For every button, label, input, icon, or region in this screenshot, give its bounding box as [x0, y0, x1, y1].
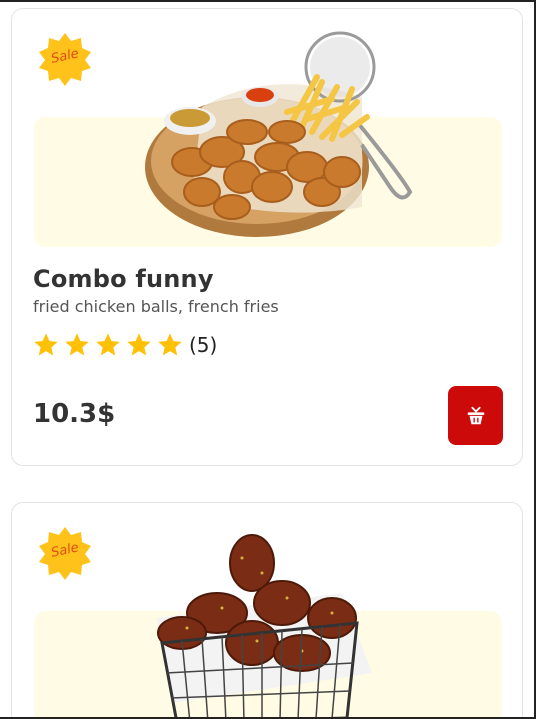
- star-icon: [96, 333, 120, 356]
- sale-badge: Sale: [37, 31, 93, 87]
- product-list: Sale Combo funny fried chicken balls, fr…: [0, 0, 536, 719]
- star-icon: [127, 333, 151, 356]
- product-image: [132, 27, 422, 252]
- product-price: 10.3$: [33, 399, 116, 429]
- star-icon: [34, 333, 58, 356]
- basket-icon: [467, 406, 484, 424]
- add-to-cart-button[interactable]: [448, 386, 503, 445]
- star-icon: [65, 333, 89, 356]
- product-card[interactable]: Sale Combo funny fried chicken balls, fr…: [11, 8, 523, 466]
- rating-count: (5): [189, 333, 218, 357]
- product-card[interactable]: Sale: [11, 502, 523, 717]
- product-image: [142, 523, 382, 717]
- star-icon: [158, 333, 182, 356]
- sale-badge: Sale: [37, 525, 93, 581]
- product-title: Combo funny: [33, 265, 214, 293]
- rating: (5): [32, 331, 217, 359]
- product-description: fried chicken balls, french fries: [33, 297, 279, 316]
